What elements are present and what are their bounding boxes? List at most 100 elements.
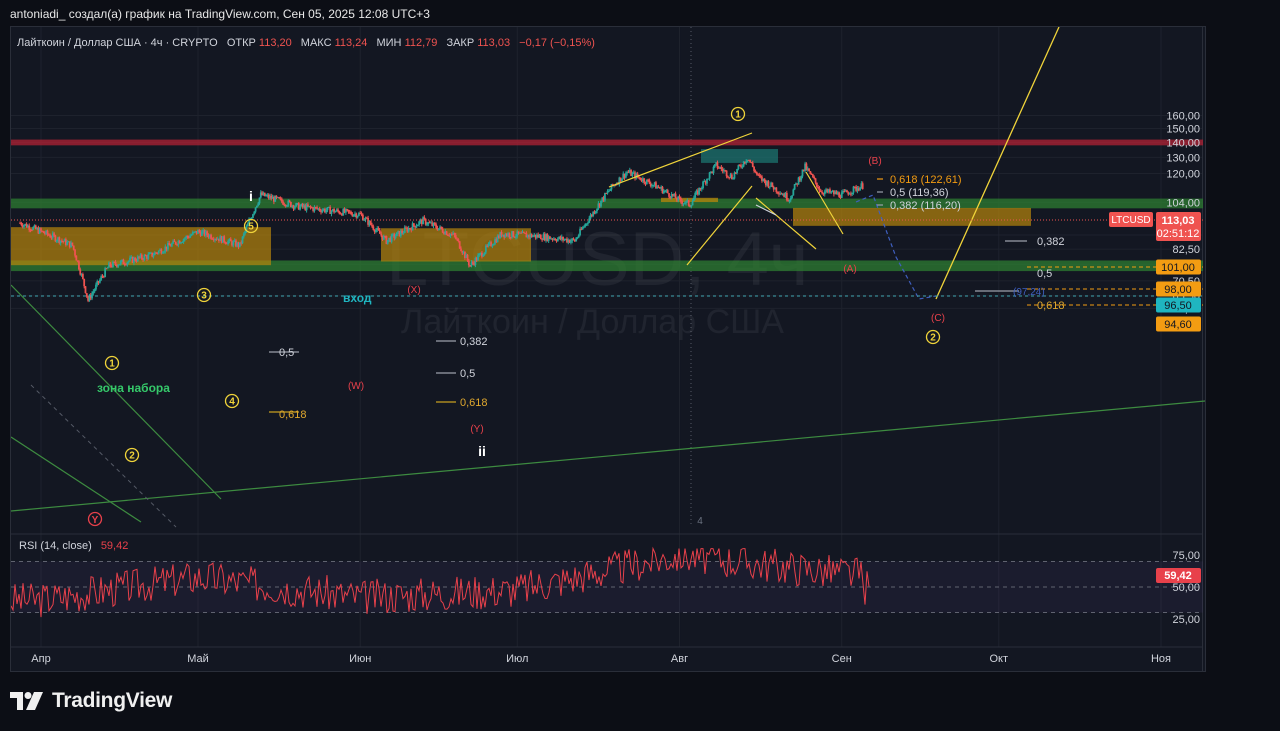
candle-body (508, 233, 511, 238)
wave-1-top: 1 (735, 110, 741, 121)
candle-body (818, 188, 821, 192)
dashed-channel (30, 384, 177, 528)
candle-body (23, 225, 25, 227)
candle-body (182, 239, 185, 242)
candle-body (823, 191, 826, 195)
wave-w: (W) (348, 381, 364, 392)
time-tick-label: Окт (989, 653, 1008, 665)
candle-body (325, 210, 328, 213)
candle-body (140, 254, 143, 259)
candle-body (776, 191, 779, 193)
wave-y: (Y) (470, 424, 483, 435)
candle-body (184, 238, 186, 240)
candle-body (482, 255, 485, 257)
level-tag-label: 94,60 (1164, 319, 1192, 331)
candle-body (253, 211, 256, 215)
candle-body (173, 240, 176, 242)
candle-body (435, 224, 438, 228)
candle-body (668, 193, 670, 197)
candle-body (127, 260, 130, 263)
candle-body (375, 229, 377, 232)
candle-body (309, 206, 312, 208)
high-value: 113,24 (335, 37, 368, 49)
entry-label: вход (343, 291, 372, 305)
candle-body (250, 217, 253, 219)
candle-body (55, 240, 58, 242)
low-value: 112,79 (405, 37, 438, 49)
chart-frame[interactable]: LTCUSD, 4ч Лайткоин / Доллар США 1234512i… (10, 26, 1206, 672)
candle-body (768, 186, 771, 188)
candle-body (745, 161, 748, 164)
candle-body (174, 241, 177, 245)
candle-body (32, 227, 35, 230)
ohlc-legend: Лайткоин / Доллар США · 4ч · CRYPTO ОТКР… (17, 37, 595, 49)
tradingview-logo[interactable]: TradingView (10, 688, 172, 714)
candle-body (49, 235, 52, 238)
candle-body (257, 203, 260, 206)
candle-body (84, 286, 87, 294)
wave-y-bottom: Y (92, 515, 99, 526)
candle-body (809, 171, 812, 174)
candle-body (750, 162, 753, 164)
chart-canvas[interactable]: LTCUSD, 4чЛайткоин / Доллар США 1234512i… (11, 27, 1205, 671)
wave-2-target: 2 (930, 333, 936, 344)
candle-body (377, 228, 380, 231)
candle-body (254, 207, 257, 212)
level-tag-label: 96,50 (1164, 300, 1192, 312)
candle-body (350, 211, 352, 215)
countdown-value: 02:51:12 (1157, 228, 1200, 240)
candle-body (694, 192, 697, 198)
candle-body (575, 238, 578, 242)
candle-body (859, 187, 861, 191)
candle-body (572, 238, 575, 240)
candle-body (708, 172, 711, 179)
open-value: 113,20 (259, 37, 292, 49)
candle-body (458, 241, 461, 249)
candle-body (210, 234, 212, 239)
candle-body (255, 205, 258, 208)
candle-body (679, 197, 682, 202)
candle-body (134, 257, 137, 261)
candle-body (334, 211, 337, 213)
candle-body (53, 233, 55, 236)
candle-body (299, 206, 301, 210)
wave-5: 5 (248, 222, 254, 233)
candle-body (360, 213, 363, 215)
fib-mid-0382-label: 0,382 (460, 336, 488, 348)
high-label: МАКС (301, 37, 332, 49)
candle-body (72, 245, 75, 250)
time-tick-label: Авг (671, 653, 688, 665)
candle-body (369, 220, 372, 225)
candle-body (286, 205, 288, 207)
wave-2-left: 2 (129, 451, 135, 462)
candle-body (122, 259, 125, 265)
candle-body (356, 215, 359, 218)
candle-body (785, 192, 788, 200)
candle-body (147, 254, 150, 259)
candle-body (241, 236, 244, 244)
candle-body (789, 198, 792, 201)
candle-body (46, 230, 49, 235)
candle-body (484, 245, 487, 253)
candle-body (126, 262, 129, 265)
candle-body (851, 192, 854, 194)
candle-body (666, 190, 669, 194)
candle-body (415, 225, 418, 228)
candle-body (129, 257, 131, 261)
candle-body (337, 209, 339, 212)
projection-line (935, 27, 1060, 300)
candle-body (454, 235, 457, 239)
candle-body (643, 178, 646, 183)
resistance-zone (11, 139, 1203, 146)
candle-body (83, 278, 86, 287)
rsi-tick-label: 25,00 (1172, 614, 1200, 626)
candle-body (581, 227, 584, 230)
candle-body (40, 228, 42, 231)
rsi-label[interactable]: RSI (14, close) (19, 540, 92, 552)
symbol-title[interactable]: Лайткоин / Доллар США · 4ч · CRYPTO (17, 37, 218, 49)
candle-body (588, 218, 591, 223)
chart-caption: antoniadi_ создал(а) график на TradingVi… (10, 7, 430, 21)
candle-body (92, 291, 95, 294)
wave-1-left: 1 (109, 359, 115, 370)
close-value: 113,03 (477, 37, 510, 49)
